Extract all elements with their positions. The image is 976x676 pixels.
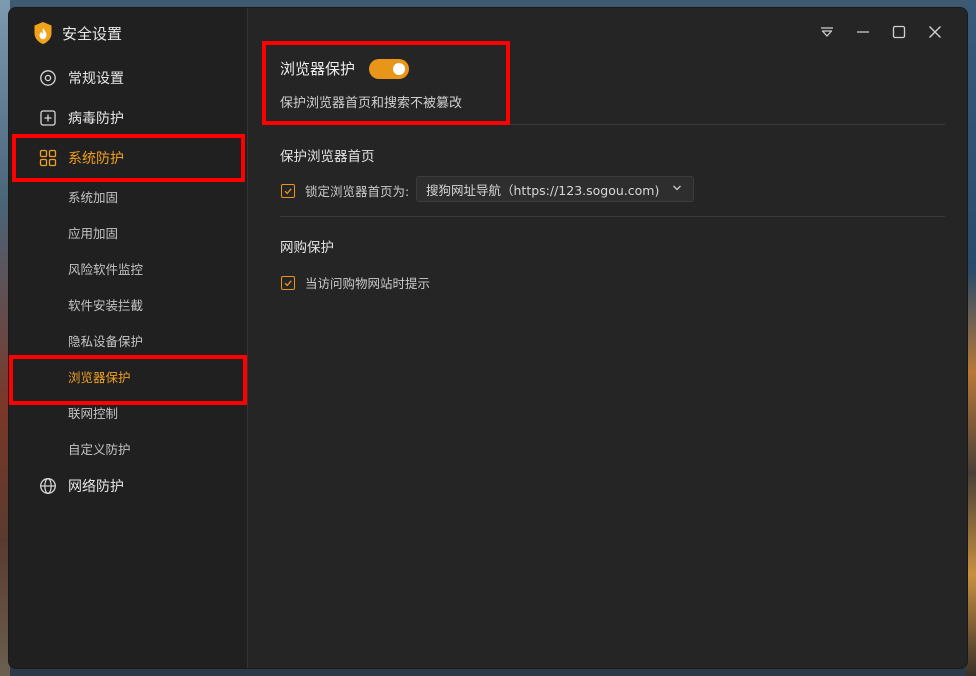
lock-homepage-checkbox[interactable]	[281, 183, 295, 198]
browser-protection-toggle[interactable]	[369, 58, 410, 79]
shopping-notice-label: 当访问购物网站时提示	[305, 276, 431, 291]
shopping-notice-row: 当访问购物网站时提示	[281, 273, 430, 292]
sidebar-subitem-app-hardening[interactable]: 应用加固	[9, 214, 247, 250]
sidebar-subitem-label: 隐私设备保护	[68, 333, 144, 349]
main-content: 浏览器保护 保护浏览器首页和搜索不被篡改 保护浏览器首页 锁定浏览器首页为: 搜…	[248, 8, 967, 668]
lock-homepage-row: 锁定浏览器首页为:	[281, 181, 409, 200]
sidebar-subitem-privacy-device[interactable]: 隐私设备保护	[9, 322, 247, 358]
divider	[280, 124, 945, 125]
sidebar-subitem-system-hardening[interactable]: 系统加固	[9, 178, 247, 214]
chevron-down-icon	[672, 184, 682, 192]
sidebar-subitem-label: 应用加固	[68, 225, 119, 241]
sidebar-subitem-browser-protection[interactable]: 浏览器保护	[9, 358, 247, 394]
section-title-shopping: 网购保护	[280, 240, 334, 256]
sidebar-subitem-label: 系统加固	[68, 189, 119, 205]
sidebar-item-network-protection[interactable]: 网络防护	[9, 466, 247, 506]
shield-flame-logo-icon	[33, 21, 53, 45]
lock-homepage-label: 锁定浏览器首页为:	[305, 184, 410, 199]
sidebar: 安全设置 常规设置 病毒防护 系统防护 系统加固 应用加固 风险软件监控 软件安…	[9, 8, 248, 668]
feature-title: 浏览器保护	[280, 60, 356, 78]
feature-description: 保护浏览器首页和搜索不被篡改	[280, 96, 463, 111]
sidebar-subitem-label: 自定义防护	[68, 441, 131, 457]
sidebar-item-label: 网络防护	[68, 479, 124, 495]
checkmark-icon	[284, 187, 292, 194]
sidebar-subitem-network-control[interactable]: 联网控制	[9, 394, 247, 430]
sidebar-subitem-label: 浏览器保护	[68, 369, 131, 385]
feature-header: 浏览器保护	[280, 58, 410, 79]
sidebar-subitem-risk-software-monitor[interactable]: 风险软件监控	[9, 250, 247, 286]
sidebar-subitem-label: 联网控制	[68, 405, 119, 421]
sidebar-subitem-label: 风险软件监控	[68, 261, 144, 277]
homepage-select-value: 搜狗网址导航（https://123.sogou.com)	[426, 182, 660, 198]
sidebar-subitem-install-blocking[interactable]: 软件安装拦截	[9, 286, 247, 322]
settings-gear-icon	[39, 69, 57, 87]
sidebar-item-label: 系统防护	[68, 151, 124, 167]
sidebar-item-label: 常规设置	[68, 71, 124, 87]
globe-icon	[39, 477, 57, 495]
desktop-background-right	[966, 0, 976, 676]
sidebar-subitem-custom-protection[interactable]: 自定义防护	[9, 430, 247, 466]
divider	[280, 216, 945, 217]
shopping-notice-checkbox[interactable]	[281, 275, 295, 290]
sidebar-item-general-settings[interactable]: 常规设置	[9, 58, 247, 98]
plus-square-icon	[39, 109, 57, 127]
app-title: 安全设置	[62, 24, 123, 43]
checkmark-icon	[284, 279, 292, 286]
section-title-homepage: 保护浏览器首页	[280, 149, 375, 165]
app-header: 安全设置	[33, 20, 122, 46]
sidebar-subitem-label: 软件安装拦截	[68, 297, 144, 313]
security-settings-window: 安全设置 常规设置 病毒防护 系统防护 系统加固 应用加固 风险软件监控 软件安…	[9, 8, 967, 668]
homepage-select[interactable]: 搜狗网址导航（https://123.sogou.com)	[416, 176, 694, 202]
grid-icon	[39, 149, 57, 167]
sidebar-item-label: 病毒防护	[68, 111, 124, 127]
sidebar-item-virus-protection[interactable]: 病毒防护	[9, 98, 247, 138]
toggle-knob	[393, 62, 406, 75]
sidebar-item-system-protection[interactable]: 系统防护	[9, 138, 247, 178]
